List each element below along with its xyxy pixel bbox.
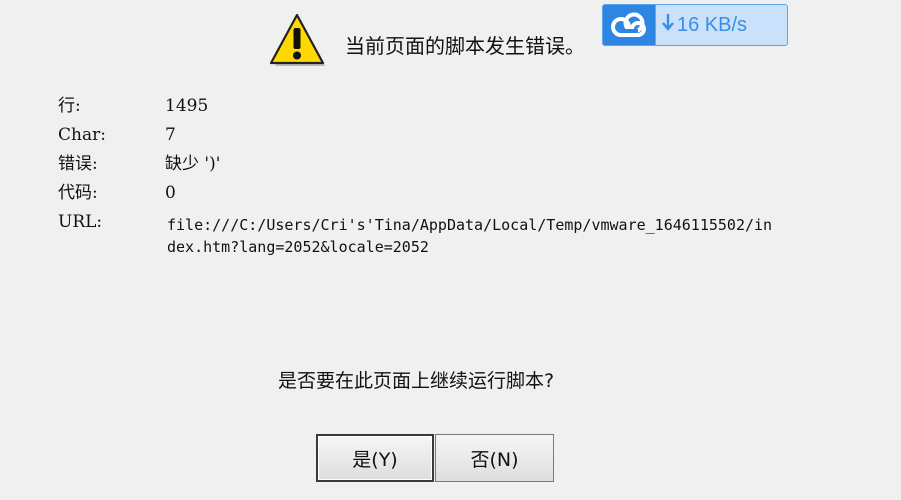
continue-script-question: 是否要在此页面上继续运行脚本? <box>278 370 555 392</box>
code-label: 代码: <box>58 183 98 203</box>
url-label: URL: <box>58 212 103 232</box>
error-value: 缺少 ')' <box>165 154 221 174</box>
no-button[interactable]: 否(N) <box>435 434 554 482</box>
error-header-message: 当前页面的脚本发生错误。 <box>345 34 585 58</box>
down-arrow-icon <box>662 13 674 37</box>
char-value: 7 <box>165 125 176 145</box>
error-label: 错误: <box>58 154 98 174</box>
code-value: 0 <box>165 183 176 203</box>
cloud-icon <box>603 5 655 45</box>
char-label: Char: <box>58 125 106 145</box>
url-value: file:///C:/Users/Cri's'Tina/AppData/Loca… <box>167 216 773 256</box>
yes-button[interactable]: 是(Y) <box>316 434 434 482</box>
download-speed-text: 16 KB/s <box>677 13 748 36</box>
line-label: 行: <box>58 96 81 116</box>
warning-icon <box>268 12 328 72</box>
line-value: 1495 <box>165 96 209 116</box>
download-speed-widget[interactable]: 16 KB/s <box>602 4 788 46</box>
